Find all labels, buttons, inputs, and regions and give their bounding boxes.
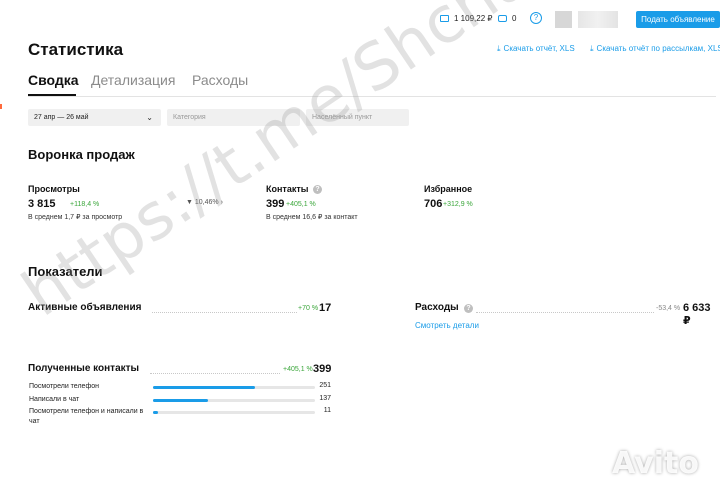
active-tab-underline (28, 94, 76, 96)
bar-track-phone-and-chat (153, 411, 315, 414)
received-contacts-change: +405,1 % (283, 366, 313, 373)
city-input[interactable]: Населённый пункт (306, 109, 409, 126)
period-value: 27 апр — 26 май (34, 114, 89, 121)
download-report-label: Скачать отчёт, XLS (503, 44, 575, 53)
bar-label-chat: Написали в чат (29, 396, 80, 403)
bar-value-phone-and-chat: 11 (323, 407, 331, 414)
indicators-title: Показатели (28, 264, 103, 279)
active-ads-label: Активные объявления (28, 302, 142, 313)
bar-value-chat: 137 (319, 395, 331, 402)
bonus-icon[interactable] (498, 15, 507, 22)
contacts-label: Контакты (266, 184, 309, 194)
bar-fill-phone (153, 386, 256, 389)
page-edge-marker (0, 104, 2, 109)
username-blurred[interactable] (578, 11, 618, 28)
download-report-link[interactable]: ⤓ Скачать отчёт, XLS (497, 44, 575, 54)
wallet-icon[interactable] (440, 15, 449, 22)
view-details-link[interactable]: Смотреть детали (415, 321, 479, 330)
expenses-label: Расходы (415, 302, 459, 313)
wallet-balance[interactable]: 1 109,22 ₽ (454, 14, 492, 23)
download-mailing-report-label: Скачать отчёт по рассылкам, XLS (596, 44, 720, 53)
tab-expenses[interactable]: Расходы (192, 72, 248, 88)
bar-fill-phone-and-chat (153, 411, 158, 414)
avito-logo: Avito (612, 446, 699, 481)
views-sub: В среднем 1,7 ₽ за просмотр (28, 214, 123, 221)
help-icon[interactable]: ? (530, 12, 542, 24)
period-select[interactable]: 27 апр — 26 май ⌄ (28, 109, 161, 126)
active-ads-dots (152, 312, 297, 313)
chevron-right-icon: › (218, 199, 223, 206)
active-ads-change: +70 % (298, 305, 319, 312)
contacts-sub: В среднем 16,6 ₽ за контакт (266, 214, 358, 221)
favorites-value: 706 (424, 198, 443, 210)
bonus-count[interactable]: 0 (512, 14, 516, 23)
tab-bar: Сводка Детализация Расходы (28, 72, 716, 97)
expenses-dots (476, 312, 654, 313)
funnel-conversion[interactable]: ▼ 10,46% › (186, 199, 223, 206)
post-ad-button[interactable]: Подать объявление (636, 11, 720, 28)
received-contacts-label: Полученные контакты (28, 363, 140, 374)
download-icon: ⤓ (590, 44, 594, 53)
download-mailing-report-link[interactable]: ⤓ Скачать отчёт по рассылкам, XLS (590, 44, 720, 54)
bar-track-chat (153, 399, 315, 402)
received-contacts-dots (150, 373, 280, 374)
tab-details[interactable]: Детализация (91, 72, 175, 88)
category-input[interactable]: Категория (167, 109, 300, 126)
contacts-value: 399 (266, 198, 285, 210)
category-placeholder: Категория (173, 114, 206, 121)
received-contacts-value: 399 (313, 363, 332, 375)
tab-summary[interactable]: Сводка (28, 72, 79, 88)
bar-value-phone: 251 (319, 382, 331, 389)
views-value: 3 815 (28, 198, 56, 210)
active-ads-value: 17 (319, 302, 332, 314)
bar-label-phone: Посмотрели телефон (29, 383, 99, 390)
download-icon: ⤓ (497, 44, 501, 53)
chevron-down-icon: ⌄ (146, 113, 153, 122)
funnel-title: Воронка продаж (28, 147, 135, 162)
top-bar: 1 109,22 ₽ 0 ? Подать объявление (0, 0, 720, 36)
views-change: +118,4 % (70, 201, 100, 208)
city-placeholder: Населённый пункт (312, 114, 373, 121)
expenses-value: 6 633 ₽ (683, 302, 711, 327)
bar-track-phone (153, 386, 315, 389)
page-title: Статистика (28, 40, 124, 59)
contacts-change: +405,1 % (286, 201, 316, 208)
bar-fill-chat (153, 399, 209, 402)
favorites-change: +312,9 % (443, 201, 473, 208)
views-label: Просмотры (28, 184, 80, 194)
avatar[interactable] (555, 11, 572, 28)
bar-label-phone-and-chat: Посмотрели телефон и написали в чат (29, 408, 144, 425)
info-icon[interactable]: ? (464, 304, 473, 313)
info-icon[interactable]: ? (313, 185, 322, 194)
funnel-filter-icon: ▼ (186, 199, 195, 206)
favorites-label: Избранное (424, 184, 473, 194)
expenses-change: -53,4 % (656, 305, 681, 312)
funnel-conversion-value: 10,46% (194, 199, 219, 206)
